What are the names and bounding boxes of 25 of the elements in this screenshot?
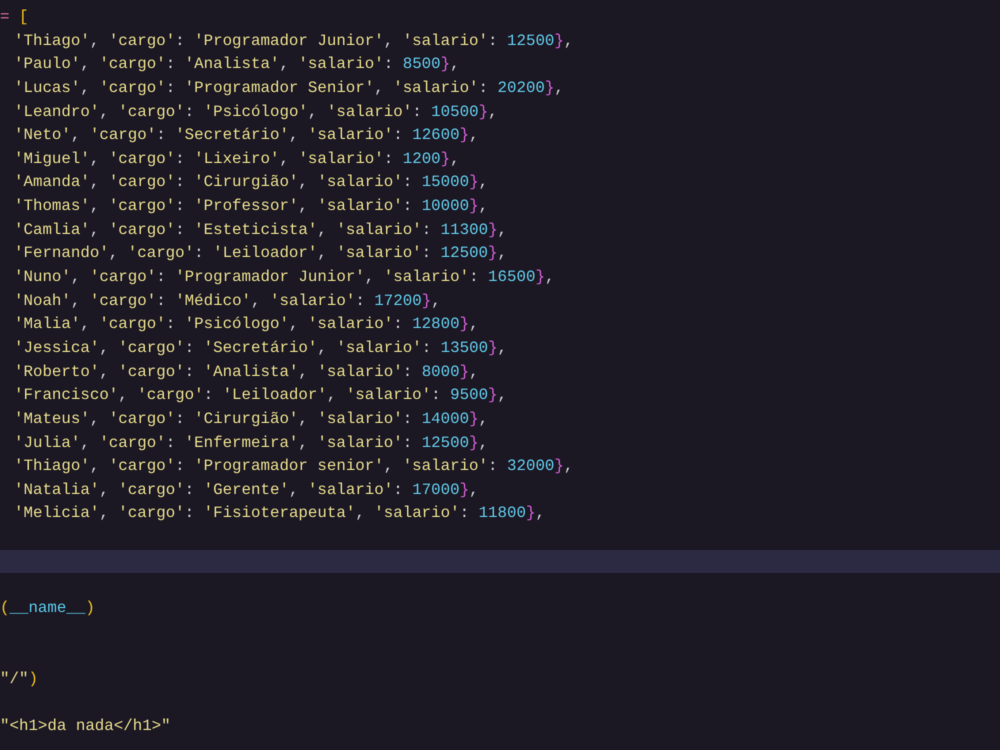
code-line: 'Noah', 'cargo': 'Médico', 'salario': 17200}, [14,292,441,310]
code-line: 'Julia', 'cargo': 'Enfermeira', 'salario': 12500}, [14,434,488,452]
code-line: 'Miguel', 'cargo': 'Lixeiro', 'salario': 1200}, [14,150,460,168]
code-line: 'Leandro', 'cargo': 'Psicólogo', 'salario': 10500}, [14,102,498,121]
code-line: 'Natalia', 'cargo': 'Gerente', 'salario': 17000}, [14,480,479,499]
code-line: 'Camlia', 'cargo': 'Esteticista', 'salario': 11300}, [14,220,508,239]
code-line: 'Roberto', 'cargo': 'Analista', 'salario': 8000}, [14,362,479,381]
code-line: 'Thiago', 'cargo': 'Programador Junior', 'salario': 12500}, [14,32,574,50]
code-line: "<h1>da nada</h1>" [0,717,171,736]
code-line: = [ [0,8,28,26]
code-line: 'Lucas', 'cargo': 'Programador Senior', 'salario': 20200}, [14,78,564,97]
code-line: 'Malia', 'cargo': 'Psicólogo', 'salario': 12800}, [14,315,479,334]
code-line: 'Thiago', 'cargo': 'Programador senior', 'salario': 32000}, [14,457,574,476]
code-line: 'Jessica', 'cargo': 'Secretário', 'salario': 13500}, [14,338,508,357]
code-line: 'Amanda', 'cargo': 'Cirurgião', 'salario': 15000}, [14,173,488,192]
code-line: "/") [0,670,38,688]
code-line: 'Mateus', 'cargo': 'Cirurgião', 'salario': 14000}, [14,410,488,428]
code-line: (__name__) [0,599,95,618]
code-line: 'Fernando', 'cargo': 'Leiloador', 'salario': 12500}, [14,244,508,262]
code-line: 'Nuno', 'cargo': 'Programador Junior', 'salario': 16500}, [14,268,554,286]
code-line: 'Paulo', 'cargo': 'Analista', 'salario': 8500}, [14,55,460,74]
code-line: 'Melicia', 'cargo': 'Fisioterapeuta', 'salario': 11800}, [14,504,545,522]
code-line: 'Francisco', 'cargo': 'Leiloador', 'salario': 9500}, [14,386,508,404]
code-line: 'Thomas', 'cargo': 'Professor', 'salario': 10000}, [14,197,488,216]
code-line: 'Neto', 'cargo': 'Secretário', 'salario': 12600}, [14,126,479,144]
